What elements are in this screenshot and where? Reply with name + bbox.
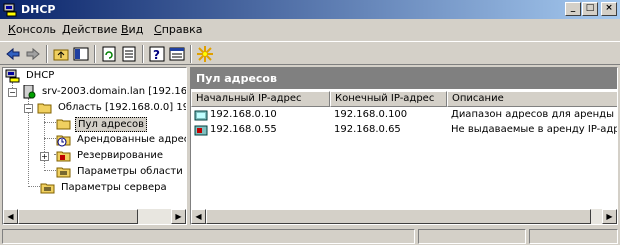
- window-title: DHCP: [21, 3, 56, 16]
- scroll-thumb[interactable]: [18, 209, 138, 224]
- tree-line: [44, 138, 56, 139]
- table-row[interactable]: 192.168.0.10 192.168.0.100 Диапазон адре…: [191, 108, 617, 123]
- help-icon[interactable]: ?: [148, 45, 166, 63]
- show-hide-tree-icon[interactable]: [72, 45, 90, 63]
- tree-horizontal-scrollbar[interactable]: ◀ ▶: [3, 209, 186, 224]
- maximize-button[interactable]: □: [582, 2, 598, 16]
- tree-line: [28, 186, 40, 187]
- cell-description: Не выдаваемые в аренду IP-адреса: [451, 124, 617, 135]
- menu-help[interactable]: Справка: [154, 23, 202, 36]
- server-options-icon: [40, 181, 56, 195]
- toolbar-separator: [142, 45, 144, 63]
- collapse-scope-toggle[interactable]: −: [24, 104, 33, 113]
- tree-line: [44, 122, 56, 123]
- details-header: Пул адресов: [191, 68, 617, 89]
- cell-start-ip: 192.168.0.55: [210, 124, 277, 135]
- expand-reservations-toggle[interactable]: +: [40, 152, 49, 161]
- cell-end-ip: 192.168.0.100: [334, 109, 408, 120]
- close-button[interactable]: ×: [601, 2, 617, 16]
- status-bar: [0, 227, 620, 245]
- up-folder-icon[interactable]: [52, 45, 70, 63]
- menu-view[interactable]: Вид: [121, 23, 143, 36]
- back-arrow-icon[interactable]: [4, 45, 22, 63]
- scroll-thumb[interactable]: [206, 209, 591, 224]
- dhcp-icon: [5, 69, 21, 83]
- folder-open-icon: [37, 101, 53, 115]
- scope-options-icon: [56, 165, 72, 179]
- cell-description: Диапазон адресов для аренды: [451, 109, 614, 120]
- status-panel: [529, 229, 618, 244]
- menu-bar: Консоль Действие Вид Справка: [0, 19, 620, 41]
- toolbar-separator: [94, 45, 96, 63]
- properties-icon[interactable]: [168, 45, 186, 63]
- scroll-right-icon[interactable]: ▶: [602, 209, 617, 224]
- forward-arrow-icon[interactable]: [24, 45, 42, 63]
- scroll-right-icon[interactable]: ▶: [171, 209, 186, 224]
- refresh-icon[interactable]: [100, 45, 118, 63]
- cell-start-ip: 192.168.0.10: [210, 109, 277, 120]
- scroll-left-icon[interactable]: ◀: [191, 209, 206, 224]
- column-header-end-ip[interactable]: Конечный IP-адрес: [330, 91, 447, 107]
- details-horizontal-scrollbar[interactable]: ◀ ▶: [191, 209, 617, 224]
- dhcp-app-icon: [3, 2, 18, 17]
- export-list-icon[interactable]: [120, 45, 138, 63]
- reservations-icon: [56, 149, 72, 163]
- address-pool-icon: [56, 117, 72, 131]
- tree-line: [44, 170, 56, 171]
- toolbar: ?: [0, 41, 620, 65]
- menu-console[interactable]: Консоль: [8, 23, 56, 36]
- console-tree: DHCP − srv-2003.domain.lan [192.168.0 − …: [2, 67, 187, 225]
- minimize-button[interactable]: _: [565, 2, 581, 16]
- menu-action[interactable]: Действие: [62, 23, 117, 36]
- scroll-left-icon[interactable]: ◀: [3, 209, 18, 224]
- status-panel: [418, 229, 526, 244]
- details-pane: Пул адресов Начальный IP-адрес Конечный …: [190, 67, 618, 225]
- range-icon: [194, 109, 208, 122]
- svg-text:?: ?: [153, 48, 160, 62]
- new-star-icon[interactable]: [196, 45, 214, 63]
- toolbar-separator: [190, 45, 192, 63]
- leases-icon: [56, 133, 72, 147]
- collapse-server-toggle[interactable]: −: [8, 88, 17, 97]
- title-bar: DHCP _ □ ×: [0, 0, 620, 19]
- toolbar-separator: [46, 45, 48, 63]
- server-icon: [21, 84, 37, 99]
- exclusion-icon: [194, 124, 208, 137]
- cell-end-ip: 192.168.0.65: [334, 124, 401, 135]
- table-row[interactable]: 192.168.0.55 192.168.0.65 Не выдаваемые …: [191, 123, 617, 138]
- column-header-start-ip[interactable]: Начальный IP-адрес: [191, 91, 330, 107]
- status-panel-main: [2, 229, 415, 244]
- column-header-description[interactable]: Описание: [447, 91, 617, 107]
